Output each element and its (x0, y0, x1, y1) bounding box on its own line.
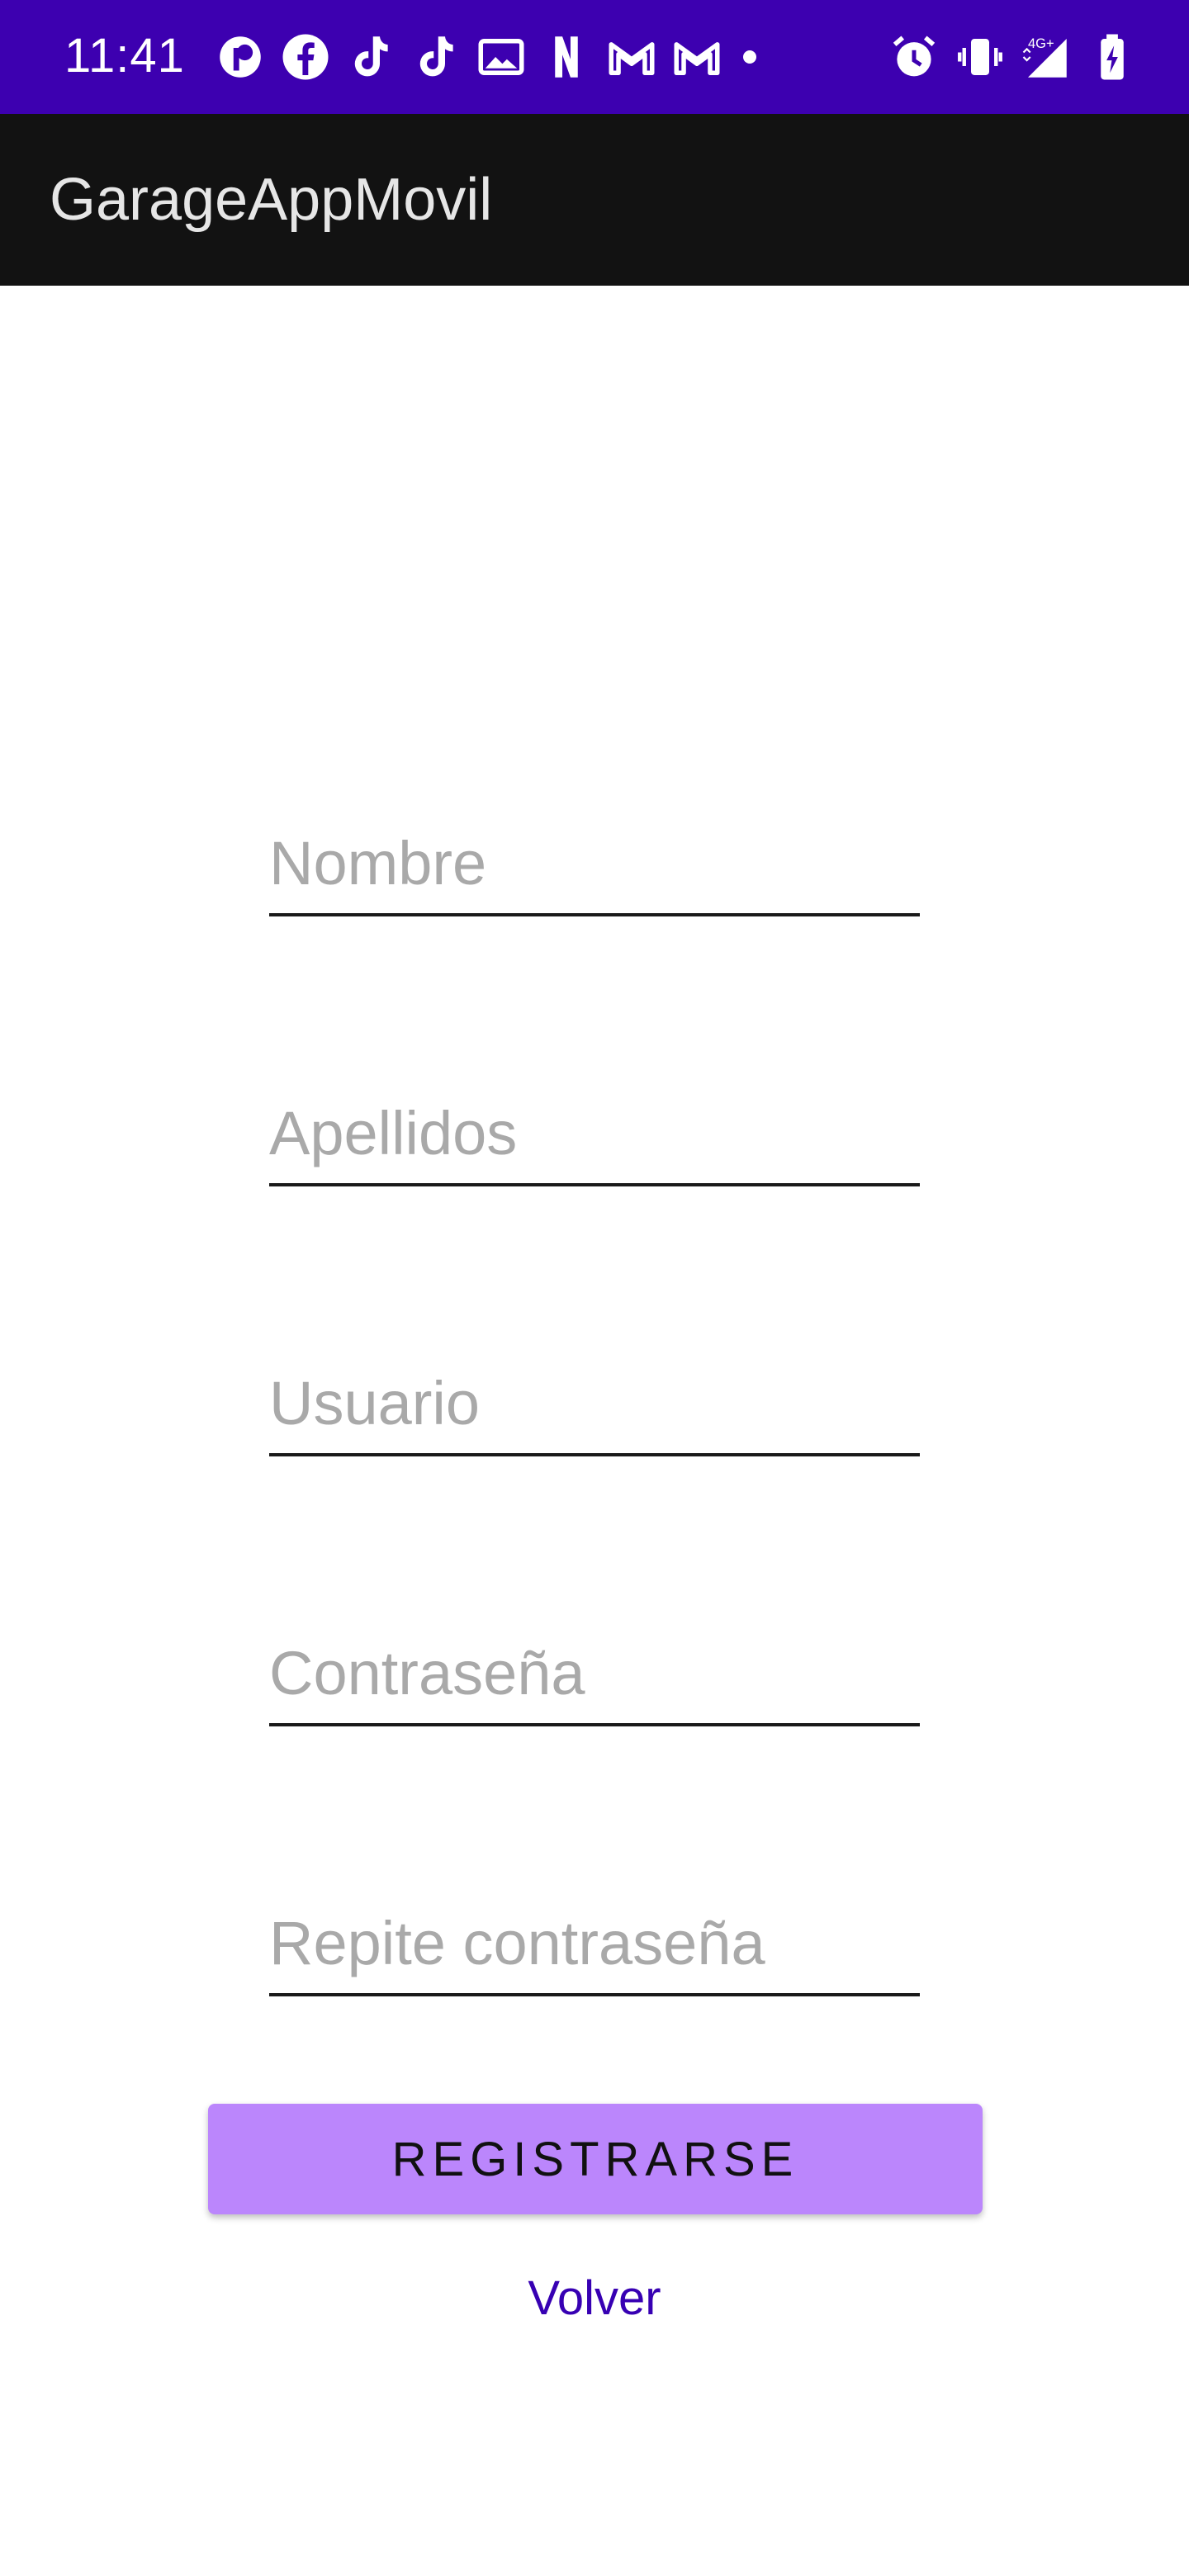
usuario-input[interactable] (269, 1366, 920, 1440)
system-icons: 4G+ (875, 30, 1139, 84)
tiktok-icon (409, 30, 463, 84)
gmail-icon (670, 30, 724, 84)
usuario-field[interactable] (269, 1357, 920, 1456)
contrasena-field[interactable] (269, 1627, 920, 1726)
alarm-icon (887, 30, 941, 84)
signal-icon: 4G+ (1019, 30, 1073, 84)
nombre-input[interactable] (269, 826, 920, 900)
repite-contrasena-field[interactable] (269, 1897, 920, 1996)
app-bar: GarageAppMovil (0, 114, 1189, 286)
notification-icons (213, 30, 767, 84)
repite-contrasena-input[interactable] (269, 1906, 920, 1980)
apellidos-input[interactable] (269, 1096, 920, 1170)
app-title: GarageAppMovil (50, 167, 493, 233)
app-icon (213, 30, 268, 84)
svg-text:4G+: 4G+ (1028, 36, 1054, 51)
status-time: 11:41 (64, 29, 185, 83)
gmail-icon (604, 30, 659, 84)
nombre-field[interactable] (269, 817, 920, 916)
status-bar: 11:41 4G+ (0, 0, 1189, 114)
apellidos-field[interactable] (269, 1087, 920, 1186)
gallery-icon (474, 30, 528, 84)
contrasena-input[interactable] (269, 1636, 920, 1710)
more-notifications-dot-icon (743, 50, 756, 64)
netflix-icon (539, 30, 594, 84)
battery-icon (1085, 30, 1139, 84)
vibrate-icon (953, 30, 1007, 84)
register-button[interactable]: REGISTRARSE (208, 2104, 983, 2214)
tiktok-icon (343, 30, 398, 84)
facebook-icon (278, 30, 333, 84)
back-link[interactable]: Volver (0, 2269, 1189, 2328)
